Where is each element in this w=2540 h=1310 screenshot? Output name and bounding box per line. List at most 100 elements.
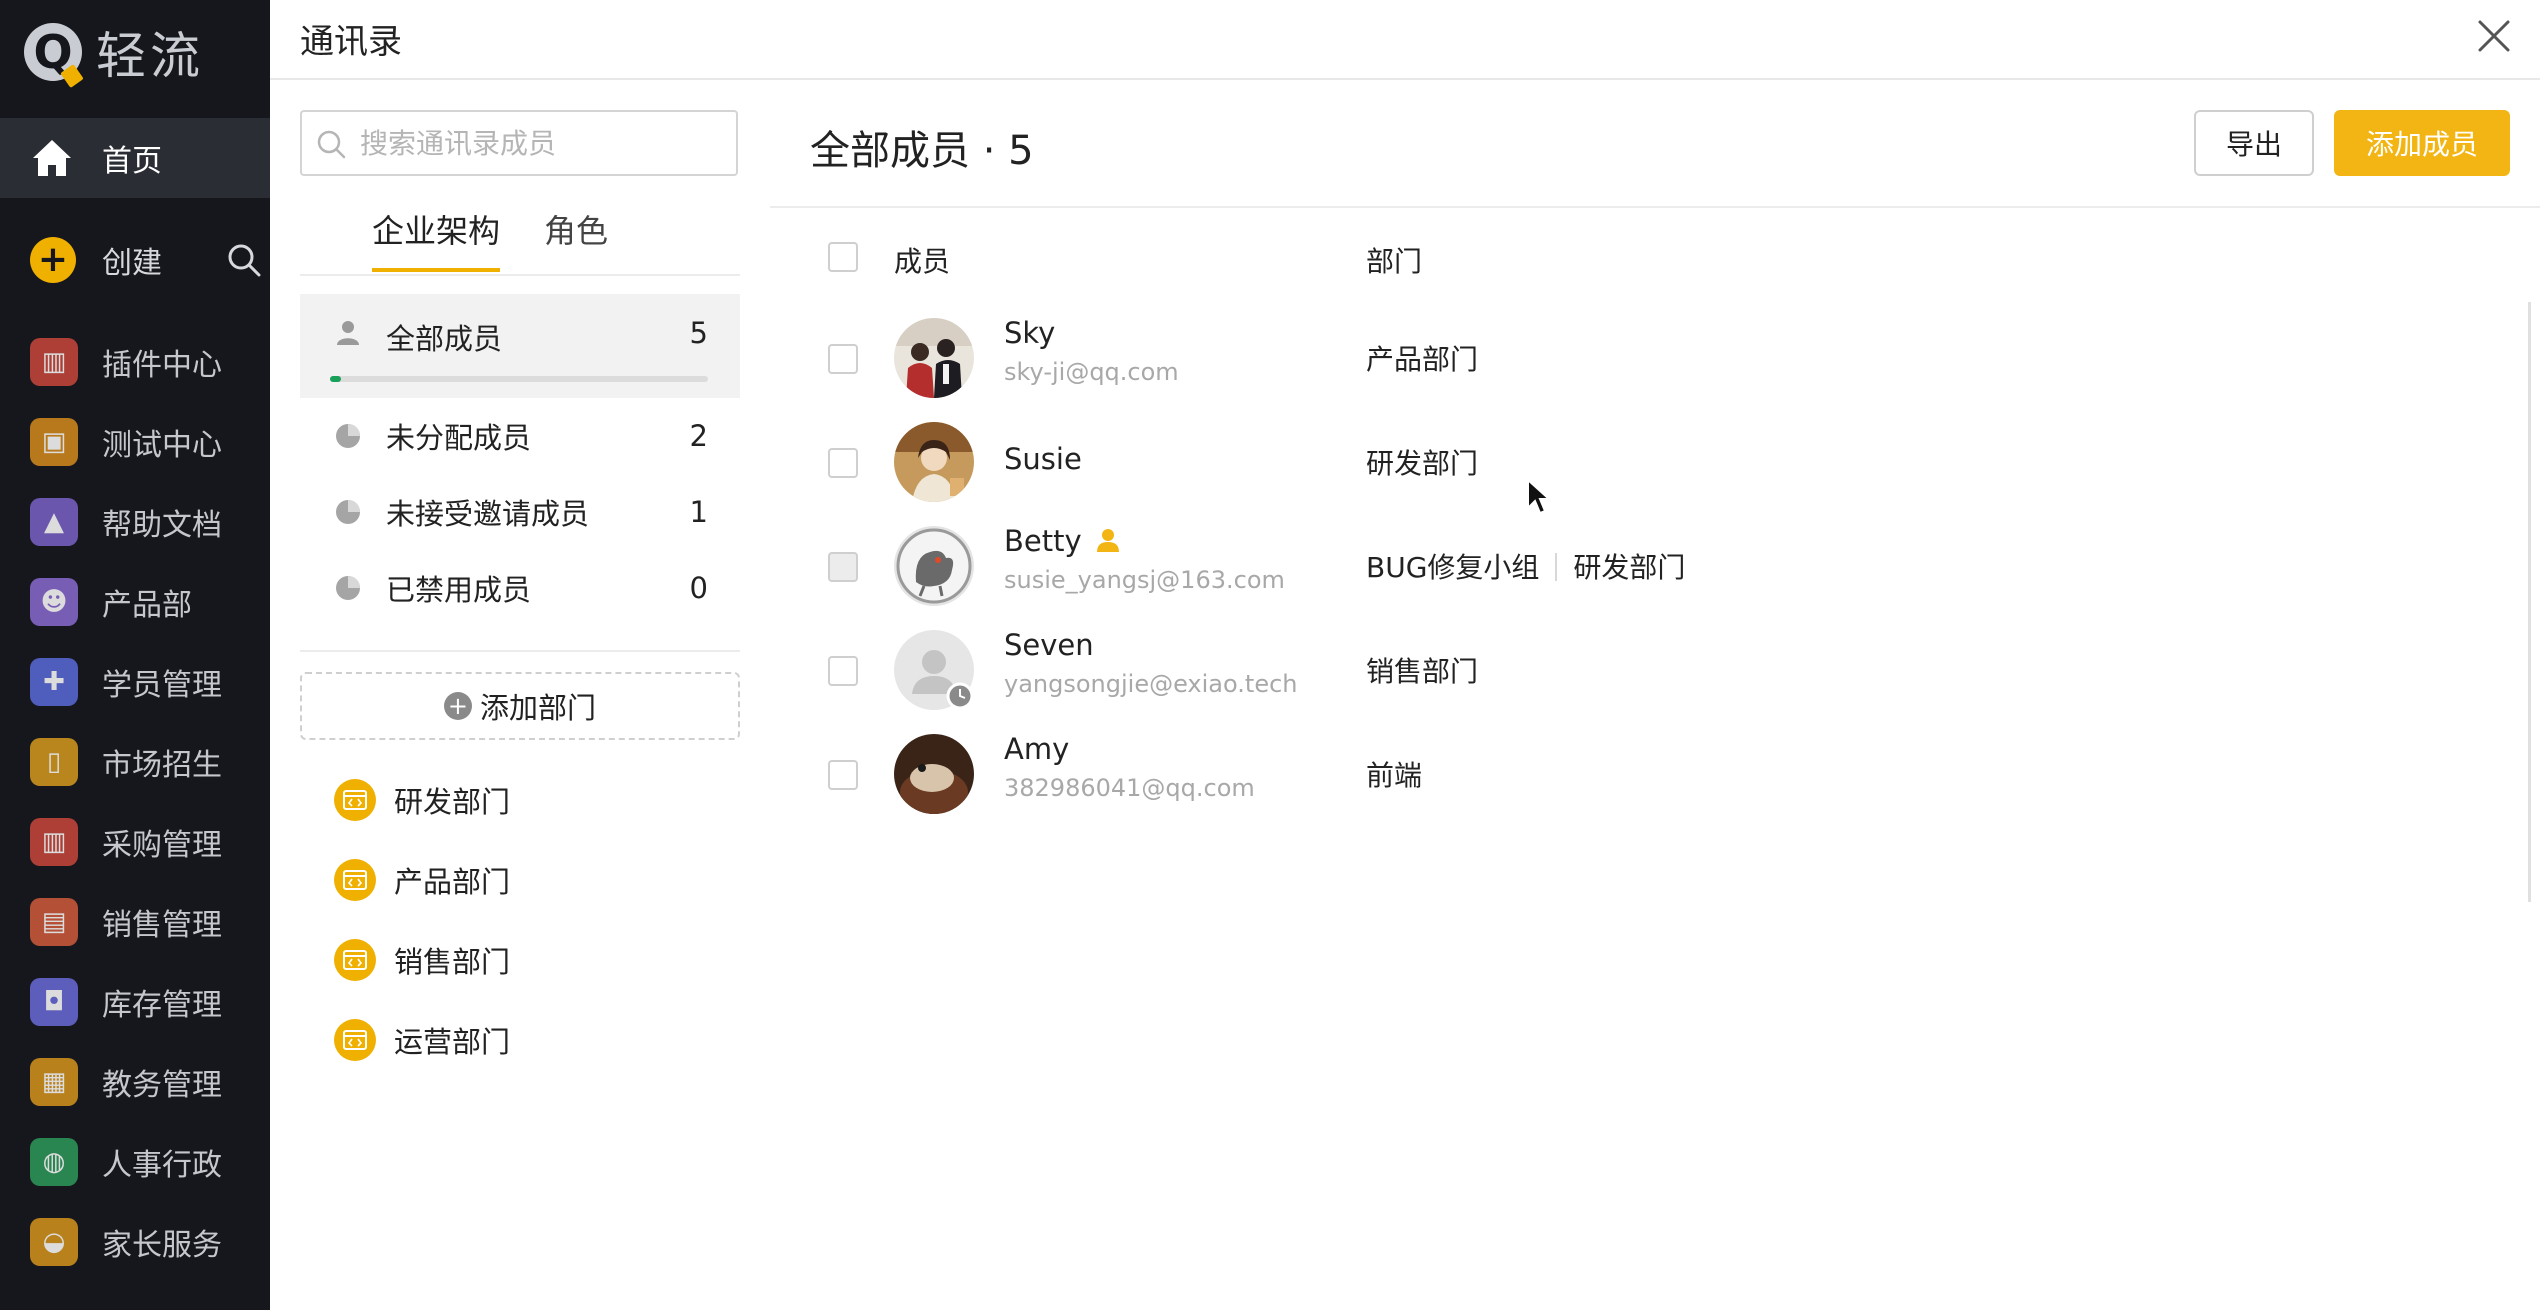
- phone-icon: ▯: [30, 738, 78, 786]
- tab-roles[interactable]: 角色: [544, 206, 608, 252]
- add-member-button[interactable]: 添加成员: [2334, 110, 2510, 176]
- select-all-checkbox[interactable]: [828, 242, 858, 272]
- add-department-label: 添加部门: [479, 691, 596, 725]
- nav-app-item[interactable]: ✚ 学员管理: [0, 642, 270, 722]
- department-item[interactable]: 运营部门: [300, 1000, 740, 1080]
- nav-app-label: 测试中心: [102, 428, 222, 463]
- nav-app-item[interactable]: ▲ 帮助文档: [0, 482, 270, 562]
- nav-app-label: 帮助文档: [102, 508, 222, 543]
- member-name: Betty: [1004, 524, 1121, 558]
- table-row[interactable]: Sky sky-ji@qq.com 产品部门: [770, 306, 2530, 410]
- pie-icon: [336, 500, 360, 524]
- nav-app-item[interactable]: ▥ 插件中心: [0, 322, 270, 402]
- member-name-text: Betty: [1004, 524, 1082, 558]
- nav-app-label: 采购管理: [102, 828, 222, 863]
- department-item[interactable]: 产品部门: [300, 840, 740, 920]
- department-list: 研发部门 产品部门 销售部门 运营部门: [300, 760, 740, 1080]
- filter-unassigned-members[interactable]: 未分配成员 2: [300, 398, 740, 474]
- structure-tabs: 企业架构 角色: [300, 200, 740, 276]
- add-department-button[interactable]: + 添加部门: [300, 672, 740, 740]
- export-button[interactable]: 导出: [2194, 110, 2314, 176]
- nav-app-item[interactable]: ◍ 人事行政: [0, 1122, 270, 1202]
- row-checkbox[interactable]: [828, 448, 858, 478]
- nav-app-item[interactable]: ▯ 市场招生: [0, 722, 270, 802]
- nav-app-item[interactable]: ◒ 家长服务: [0, 1202, 270, 1282]
- table-row[interactable]: Susie 研发部门: [770, 410, 2530, 514]
- row-checkbox[interactable]: [828, 760, 858, 790]
- department-item[interactable]: 研发部门: [300, 760, 740, 840]
- filter-count: 2: [689, 419, 708, 453]
- department-item[interactable]: 销售部门: [300, 920, 740, 1000]
- filter-pending-invites[interactable]: 未接受邀请成员 1: [300, 474, 740, 550]
- member-panel: 全部成员 · 5 导出 添加成员 成员 部门 Sky sky-ji@qq.com…: [770, 80, 2540, 1310]
- table-row[interactable]: Betty susie_yangsj@163.com BUG修复小组 研发部门: [770, 514, 2530, 618]
- nav-app-label: 产品部: [102, 588, 192, 623]
- member-email: yangsongjie@exiao.tech: [1004, 670, 1298, 698]
- logo-mark: Q: [24, 23, 82, 81]
- department-tag: 研发部门: [1366, 447, 1479, 480]
- plus-circle-icon: +: [443, 692, 472, 720]
- home-icon: [30, 136, 74, 180]
- nav-app-item[interactable]: ▦ 教务管理: [0, 1042, 270, 1122]
- filter-count: 5: [689, 316, 708, 350]
- department-tag: 销售部门: [1366, 655, 1479, 688]
- globe-icon: ◍: [30, 1138, 78, 1186]
- nav-home[interactable]: 首页: [0, 118, 270, 198]
- divider: [1555, 553, 1558, 581]
- box-icon: ◘: [30, 978, 78, 1026]
- nav-app-item[interactable]: ▣ 测试中心: [0, 402, 270, 482]
- column-header-member: 成员: [894, 245, 951, 278]
- pie-icon: [336, 576, 360, 600]
- dialog-title: 通讯录: [300, 22, 402, 62]
- nav-app-list: ▥ 插件中心 ▣ 测试中心 ▲ 帮助文档 ☻ 产品部 ✚ 学员管理 ▯ 市场招生 ▥ 采购管理 ▤ 销售管理 ◘…: [0, 322, 270, 1282]
- filter-count: 0: [689, 571, 708, 605]
- row-checkbox[interactable]: [828, 656, 858, 686]
- member-search-input[interactable]: [358, 125, 722, 161]
- divider: [770, 206, 2540, 208]
- member-table: Sky sky-ji@qq.com 产品部门 Susie 研发部门 Betty …: [770, 306, 2530, 826]
- department-label: 产品部门: [394, 865, 511, 899]
- row-checkbox[interactable]: [828, 344, 858, 374]
- filter-label: 未分配成员: [386, 421, 532, 455]
- member-email: 382986041@qq.com: [1004, 774, 1255, 802]
- member-name: Susie: [1004, 442, 1082, 476]
- member-search[interactable]: [300, 110, 738, 176]
- table-row[interactable]: Seven yangsongjie@exiao.tech 销售部门: [770, 618, 2530, 722]
- close-icon[interactable]: [2472, 14, 2516, 58]
- pie-icon: [336, 424, 360, 448]
- nav-app-item[interactable]: ▥ 采购管理: [0, 802, 270, 882]
- page-title: 全部成员 · 5: [810, 128, 1034, 174]
- nav-app-item[interactable]: ☻ 产品部: [0, 562, 270, 642]
- department-icon: [334, 1019, 376, 1061]
- nav-home-label: 首页: [102, 144, 162, 179]
- filter-disabled-members[interactable]: 已禁用成员 0: [300, 550, 740, 626]
- member-department: 前端: [1366, 754, 1422, 794]
- department-label: 研发部门: [394, 785, 511, 819]
- member-department: 产品部门: [1366, 338, 1478, 378]
- directory-sidebar: 企业架构 角色 全部成员 5 未分配成员 2 未接受邀请: [270, 80, 770, 1310]
- nav-app-label: 教务管理: [102, 1068, 222, 1103]
- department-tag: BUG修复小组: [1366, 551, 1540, 584]
- table-row[interactable]: Amy 382986041@qq.com 前端: [770, 722, 2530, 826]
- member-filter-list: 全部成员 5 未分配成员 2 未接受邀请成员 1 已禁用成员 0: [300, 294, 740, 626]
- filter-count: 1: [689, 495, 708, 529]
- member-department: 研发部门: [1366, 442, 1478, 482]
- filter-all-members[interactable]: 全部成员 5: [300, 294, 740, 398]
- nav-app-label: 市场招生: [102, 748, 222, 783]
- nav-app-label: 销售管理: [102, 908, 222, 943]
- avatar: [894, 630, 974, 710]
- search-icon[interactable]: [226, 242, 262, 278]
- nav-app-item[interactable]: ▤ 销售管理: [0, 882, 270, 962]
- app-logo[interactable]: Q 轻流: [24, 20, 204, 85]
- chart-icon: ▤: [30, 898, 78, 946]
- building-icon: ▥: [30, 818, 78, 866]
- member-department: 销售部门: [1366, 650, 1478, 690]
- column-header-department: 部门: [1366, 245, 1423, 278]
- tab-org-structure[interactable]: 企业架构: [372, 206, 500, 252]
- nav-app-item[interactable]: ◘ 库存管理: [0, 962, 270, 1042]
- nav-app-label: 家长服务: [102, 1228, 222, 1263]
- avatar: [894, 734, 974, 814]
- plus-icon: +: [30, 237, 76, 283]
- department-icon: [334, 779, 376, 821]
- nav-create[interactable]: + 创建: [0, 220, 270, 300]
